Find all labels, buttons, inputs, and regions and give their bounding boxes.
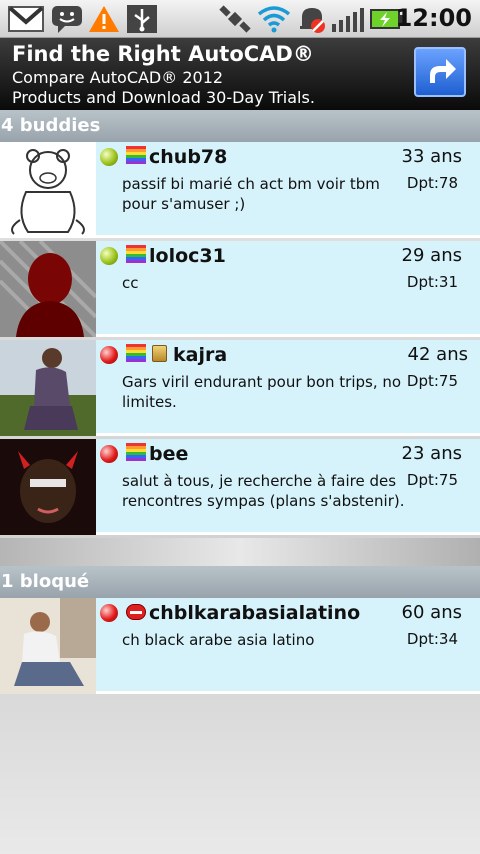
buddy-age: 60 ans <box>401 602 462 623</box>
buddy-age: 42 ans <box>407 344 468 365</box>
buddy-department: Dpt:75 <box>406 372 458 390</box>
buddy-name: kajra <box>173 344 228 366</box>
avatar <box>0 142 96 238</box>
buddy-row-loloc31[interactable]: loloc31 29 ans cc Dpt:31 <box>0 241 480 337</box>
mute-alarm-icon <box>300 8 325 33</box>
avatar <box>0 439 96 535</box>
avatar <box>0 340 96 436</box>
buddy-department: Dpt:31 <box>406 273 458 291</box>
buddy-name: chblkarabasialatino <box>149 602 361 624</box>
buddy-name: loloc31 <box>149 245 226 267</box>
clock: 12:00 <box>395 4 472 32</box>
blocked-icon <box>126 604 146 620</box>
rainbow-heart-icon <box>126 344 146 362</box>
buddy-name: chub78 <box>149 146 228 168</box>
blocked-section-header: 1 bloqué <box>0 566 480 598</box>
buddy-description: salut à tous, je recherche à faire des r… <box>122 472 405 510</box>
blocked-row-chblkarabasialatino[interactable]: chblkarabasialatino 60 ans ch black arab… <box>0 598 480 694</box>
rainbow-heart-icon <box>126 245 146 263</box>
signal-icon <box>332 8 364 32</box>
online-status-icon <box>100 247 118 265</box>
buddy-row-bee[interactable]: bee 23 ans salut à tous, je recherche à … <box>0 439 480 535</box>
avatar <box>0 241 96 337</box>
ad-title: Find the Right AutoCAD® <box>12 42 314 66</box>
buddy-age: 23 ans <box>401 443 462 464</box>
buddy-description: passif bi marié ch act bm voir tbm pour … <box>122 175 380 213</box>
buddy-description: Gars viril endurant pour bon trips, no l… <box>122 373 402 411</box>
section-divider <box>0 538 480 566</box>
buddy-description: ch black arabe asia latino <box>122 631 315 649</box>
online-status-icon <box>100 148 118 166</box>
offline-status-icon <box>100 346 118 364</box>
buddy-department: Dpt:75 <box>406 471 458 489</box>
gmail-icon <box>8 6 44 32</box>
buddy-age: 29 ans <box>401 245 462 266</box>
offline-status-icon <box>100 445 118 463</box>
buddy-row-kajra[interactable]: kajra 42 ans Gars viril endurant pour bo… <box>0 340 480 436</box>
usb-icon <box>127 5 157 33</box>
satellite-gps-icon <box>219 5 251 33</box>
buddy-row-chub78[interactable]: chub78 33 ans passif bi marié ch act bm … <box>0 142 480 238</box>
share-arrow-icon <box>430 59 456 83</box>
buddy-name: bee <box>149 443 189 465</box>
ad-line2: Products and Download 30-Day Trials. <box>12 88 315 107</box>
status-bar: 12:00 <box>0 0 480 38</box>
buddy-department: Dpt:34 <box>406 630 458 648</box>
photos-icon <box>152 345 167 362</box>
rainbow-heart-icon <box>126 146 146 164</box>
buddy-department: Dpt:78 <box>406 174 458 192</box>
offline-status-icon <box>100 604 118 622</box>
buddy-description: cc <box>122 274 139 292</box>
chat-icon <box>52 6 82 33</box>
wifi-icon <box>257 6 291 33</box>
ad-banner[interactable]: Find the Right AutoCAD® Compare AutoCAD®… <box>0 38 480 110</box>
avatar <box>0 598 96 694</box>
rainbow-heart-icon <box>126 443 146 461</box>
ad-share-button[interactable] <box>414 47 466 97</box>
buddies-section-header: 4 buddies <box>0 110 480 142</box>
buddy-age: 33 ans <box>401 146 462 167</box>
warning-icon <box>89 6 119 32</box>
ad-line1: Compare AutoCAD® 2012 <box>12 68 224 87</box>
